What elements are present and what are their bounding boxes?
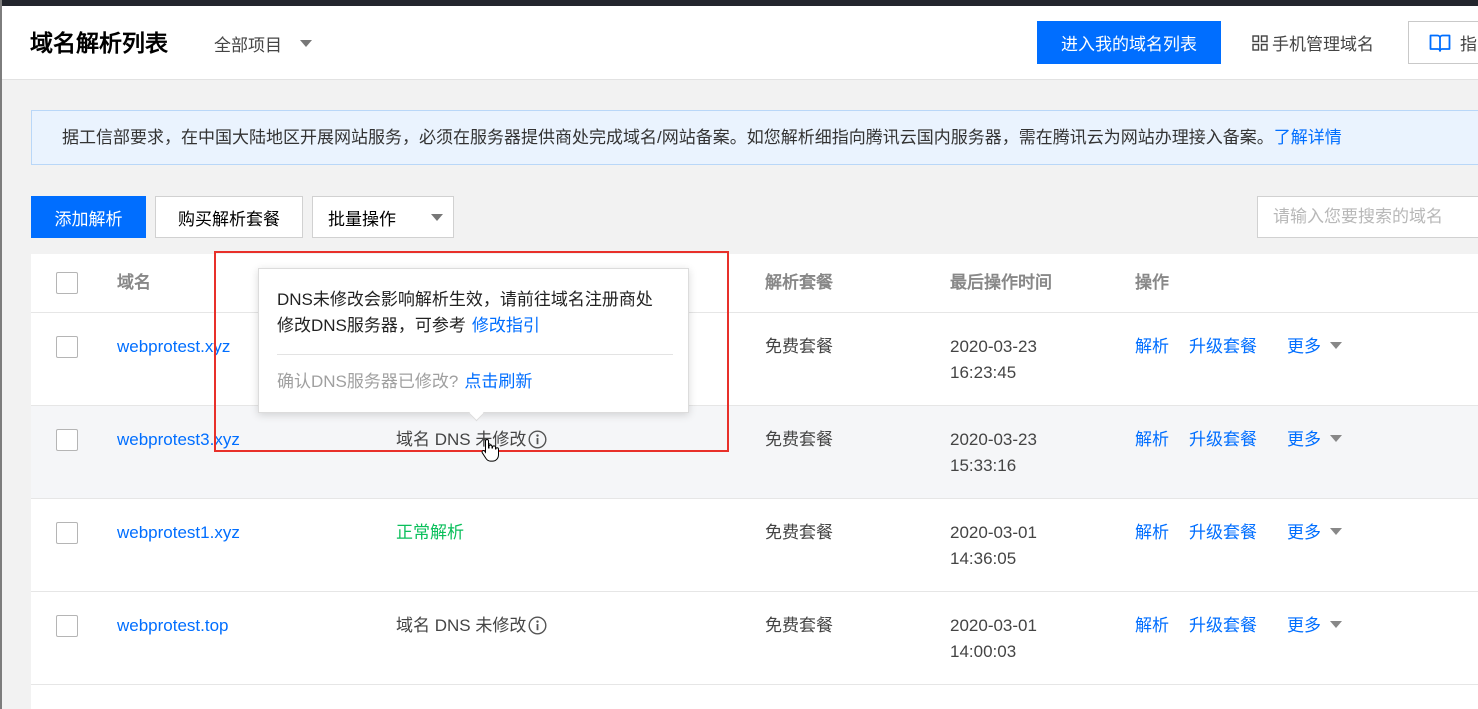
window-left-edge [0, 0, 2, 709]
more-actions-label: 更多 [1287, 616, 1321, 635]
domain-link[interactable]: webprotest1.xyz [117, 520, 240, 546]
more-actions-label: 更多 [1287, 430, 1321, 449]
column-header-domain: 域名 [117, 273, 151, 292]
last-operation-time: 2020-03-01 14:36:05 [950, 520, 1037, 572]
more-actions-dropdown[interactable]: 更多 [1287, 334, 1342, 360]
caret-down-icon [1330, 435, 1342, 442]
upgrade-package-link[interactable]: 升级套餐 [1189, 334, 1257, 360]
caret-down-icon [1330, 621, 1342, 628]
operation-date: 2020-03-23 [950, 337, 1037, 356]
book-icon [1429, 33, 1451, 53]
hand-cursor-icon [481, 438, 499, 462]
more-actions-dropdown[interactable]: 更多 [1287, 613, 1342, 639]
dns-status-text: 域名 DNS 未修改 [396, 616, 527, 635]
column-header-last-operation-time: 最后操作时间 [950, 273, 1052, 292]
package-name: 免费套餐 [765, 616, 833, 635]
refresh-link[interactable]: 点击刷新 [464, 372, 532, 391]
row-checkbox[interactable] [56, 522, 78, 544]
row-checkbox[interactable] [56, 336, 78, 358]
resolve-link[interactable]: 解析 [1135, 613, 1169, 639]
tooltip-message-line1: DNS未修改会影响解析生效，请前往域名注册商处 [277, 290, 653, 309]
learn-more-link[interactable]: 了解详情 [1274, 128, 1342, 147]
table-row: webprotest1.xyz 正常解析 免费套餐 2020-03-01 14:… [31, 499, 1478, 592]
tooltip-confirm-text: 确认DNS服务器已修改? [277, 372, 459, 391]
top-dark-strip [0, 0, 1478, 6]
tooltip-divider [277, 354, 673, 355]
operation-date: 2020-03-01 [950, 616, 1037, 635]
dns-status: 域名 DNS 未修改 [396, 427, 547, 453]
caret-down-icon [1330, 342, 1342, 349]
operation-time: 14:00:03 [950, 642, 1017, 661]
mobile-manage-label: 手机管理域名 [1272, 35, 1374, 54]
domain-link[interactable]: webprotest.xyz [117, 334, 230, 360]
icp-notice-banner: 据工信部要求，在中国大陆地区开展网站服务，必须在服务器提供商处完成域名/网站备案… [31, 110, 1478, 165]
modify-guide-link[interactable]: 修改指引 [472, 316, 540, 335]
guide-button[interactable]: 指 [1408, 21, 1478, 64]
caret-down-icon [1330, 528, 1342, 535]
project-filter-label: 全部项目 [214, 35, 282, 55]
batch-operation-label: 批量操作 [328, 209, 396, 229]
more-actions-dropdown[interactable]: 更多 [1287, 427, 1342, 453]
tooltip-message-line2: 修改DNS服务器，可参考 修改指引 [277, 313, 540, 339]
upgrade-package-link[interactable]: 升级套餐 [1189, 427, 1257, 453]
table-row: webprotest3.xyz 域名 DNS 未修改 免费套餐 2020-03-… [31, 406, 1478, 499]
project-filter-dropdown[interactable]: 全部项目 [214, 6, 312, 80]
package-name: 免费套餐 [765, 430, 833, 449]
operation-time: 14:36:05 [950, 549, 1017, 568]
table-row: webprotest.xyz 免费套餐 2020-03-23 16:23:45 … [31, 313, 1478, 406]
page-header: 域名解析列表 全部项目 进入我的域名列表 手机管理域名 指 [0, 6, 1478, 80]
operation-date: 2020-03-23 [950, 430, 1037, 449]
guide-button-label: 指 [1460, 35, 1477, 54]
domain-link[interactable]: webprotest.top [117, 613, 229, 639]
upgrade-package-link[interactable]: 升级套餐 [1189, 613, 1257, 639]
add-record-button[interactable]: 添加解析 [31, 196, 146, 238]
row-checkbox[interactable] [56, 429, 78, 451]
resolve-link[interactable]: 解析 [1135, 334, 1169, 360]
resolve-link[interactable]: 解析 [1135, 520, 1169, 546]
mobile-manage-link[interactable]: 手机管理域名 [1252, 21, 1374, 64]
caret-down-icon [431, 214, 443, 221]
last-operation-time: 2020-03-01 14:00:03 [950, 613, 1037, 665]
tooltip-message-text: 修改DNS服务器，可参考 [277, 316, 466, 335]
domain-link[interactable]: webprotest3.xyz [117, 427, 240, 453]
buy-package-button[interactable]: 购买解析套餐 [155, 196, 303, 238]
caret-down-icon [300, 39, 312, 47]
batch-operation-select[interactable]: 批量操作 [312, 196, 454, 238]
last-operation-time: 2020-03-23 15:33:16 [950, 427, 1037, 479]
resolve-link[interactable]: 解析 [1135, 427, 1169, 453]
dns-status: 域名 DNS 未修改 [396, 613, 547, 639]
more-actions-label: 更多 [1287, 523, 1321, 542]
operation-time: 15:33:16 [950, 456, 1017, 475]
grid-icon [1252, 34, 1268, 51]
dns-status-tooltip: DNS未修改会影响解析生效，请前往域名注册商处 修改DNS服务器，可参考 修改指引… [258, 268, 689, 422]
operation-time: 16:23:45 [950, 363, 1017, 382]
more-actions-dropdown[interactable]: 更多 [1287, 520, 1342, 546]
tooltip-confirm-line: 确认DNS服务器已修改? 点击刷新 [277, 369, 532, 395]
more-actions-label: 更多 [1287, 337, 1321, 356]
app-window: 域名解析列表 全部项目 进入我的域名列表 手机管理域名 指 据工信部要求，在中国… [0, 0, 1478, 709]
dns-status-text: 正常解析 [396, 523, 464, 542]
package-name: 免费套餐 [765, 337, 833, 356]
notice-text: 据工信部要求，在中国大陆地区开展网站服务，必须在服务器提供商处完成域名/网站备案… [62, 128, 1274, 147]
domain-search-input[interactable] [1257, 196, 1478, 238]
info-icon[interactable] [528, 430, 547, 449]
column-header-actions: 操作 [1135, 273, 1169, 292]
select-all-checkbox[interactable] [56, 272, 78, 294]
column-header-package: 解析套餐 [765, 273, 833, 292]
package-name: 免费套餐 [765, 523, 833, 542]
domain-list-button[interactable]: 进入我的域名列表 [1037, 21, 1221, 64]
last-operation-time: 2020-03-23 16:23:45 [950, 334, 1037, 386]
page-title: 域名解析列表 [30, 30, 168, 56]
upgrade-package-link[interactable]: 升级套餐 [1189, 520, 1257, 546]
table-header: 域名 解析套餐 最后操作时间 操作 [31, 254, 1478, 313]
dns-status-text: 域名 DNS 未修改 [396, 430, 527, 449]
info-icon[interactable] [528, 616, 547, 635]
row-checkbox[interactable] [56, 615, 78, 637]
operation-date: 2020-03-01 [950, 523, 1037, 542]
table-row: webprotest.top 域名 DNS 未修改 免费套餐 2020-03-0… [31, 592, 1478, 685]
domain-table: 域名 解析套餐 最后操作时间 操作 webprotest.xyz 免费套餐 20… [31, 254, 1478, 709]
